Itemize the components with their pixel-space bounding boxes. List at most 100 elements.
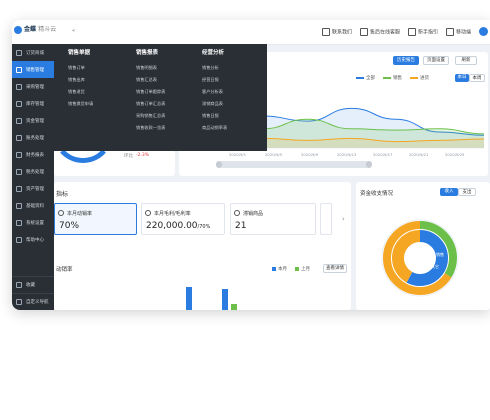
menu-item[interactable]: 商品动销率表 [202,125,227,137]
menu-item[interactable]: 销售换货申请 [68,101,93,113]
sidebar-item-label: 账务处理 [26,135,44,141]
money-icon [16,117,22,124]
sidebar-item-7[interactable]: 税务处理 [12,163,54,180]
report-icon [16,151,22,158]
sidebar-item-0[interactable]: 订货商城 [12,44,54,61]
logo-name: 金蝶 [24,26,37,33]
sales-icon [16,66,22,73]
menu-item[interactable]: 销售订单跟踪表 [136,89,165,101]
funds-panel: 资金收支情况 收入 支出 销售 其它 [356,182,490,310]
logo-sub: 精斗云 [38,26,57,33]
indicators-title: 指标 [56,191,69,198]
headset-icon [359,27,368,36]
phone-icon [321,27,330,36]
asset-icon [16,185,22,192]
x-tick-label: 2020/9/9 [301,152,319,157]
collapse-menu-icon[interactable]: « [72,28,75,34]
mobile-link[interactable]: 移动端 [445,27,471,36]
menu-item[interactable]: 销售订单汇总表 [136,101,165,113]
kpi-slow-card[interactable]: 滞销商品 21 [230,203,316,235]
menu-item[interactable]: 经营日报 [202,77,227,89]
contact-link[interactable]: 联系我们 [321,27,352,36]
inventory-icon [16,100,22,107]
sidebar: 订货商城销售管理采购管理库存管理资金管理账务处理财务报表税务处理资产管理 基础资料… [12,44,54,310]
support-link-label: 售后在线客服 [369,29,400,35]
sidebar-item-label: 财务报表 [26,152,44,158]
x-tick-label: 2020/9/21 [409,152,429,157]
kpi-turnover-title: 本月动销率 [67,211,93,217]
menu-item[interactable]: 销售分析 [202,65,227,77]
sidebar-item-4[interactable]: 资金管理 [12,112,54,129]
sidebar-item-label: 系统设置 [26,220,44,226]
sidebar-bottom: 收藏自定义导航 [12,276,54,310]
kpi-slow-value: 21 [235,221,247,231]
kpi-profit-amount: 220,000.00 [146,221,198,231]
slow-goods-icon [234,210,240,216]
summary-panel: 环比 -2.3% [54,151,175,176]
menu-item[interactable]: 采购销售汇总表 [136,113,165,125]
range-slider-left-handle[interactable] [216,161,222,168]
sidebar-item-5[interactable]: 账务处理 [12,129,54,146]
menu-item[interactable]: 销售汇总表 [136,77,165,89]
sidebar-bottom-label: 自定义导航 [26,300,49,305]
cart-icon [16,49,22,56]
legend-this-month-label: 本月 [278,267,287,272]
sidebar-item-3[interactable]: 库存管理 [12,95,54,112]
menu-item[interactable]: 客户分析表 [202,89,227,101]
menu-item[interactable]: 销售明细表 [136,65,165,77]
menu-column-heading: 经营分析 [202,50,225,56]
next-arrow-icon[interactable]: › [342,215,345,223]
base-data-icon [16,202,22,209]
guide-link[interactable]: 新手指引 [407,27,438,36]
sidebar-item-label: 销售管理 [26,67,44,73]
sidebar-item-9[interactable]: 基础资料 [12,197,54,214]
legend-last-month: 上月 [295,266,310,272]
sidebar-bottom-item-0[interactable]: 收藏 [12,276,54,293]
purchase-icon [16,83,22,90]
sidebar-item-11[interactable]: 帮助中心 [12,231,54,248]
menu-column-heading: 销售单据 [68,50,91,56]
turnover-icon [58,210,64,216]
menu-item[interactable]: 销售退货 [68,89,93,101]
sidebar-item-8[interactable]: 资产管理 [12,180,54,197]
x-tick-label: 2020/9/5 [265,152,283,157]
kpi-turnover-card[interactable]: 本月动销率 70% [54,203,137,235]
menu-item[interactable]: 滞销商品表 [202,101,227,113]
ratio-value: -2.3% [136,153,150,158]
menu-item[interactable]: 销售收款一览表 [136,125,165,137]
contact-link-label: 联系我们 [331,29,352,35]
sidebar-item-10[interactable]: 系统设置 [12,214,54,231]
guide-icon [407,27,416,36]
kpi-profit-card[interactable]: 本月毛利/毛利率 220,000.00/70% [141,203,225,235]
range-slider[interactable] [216,161,372,168]
sidebar-item-1[interactable]: 销售管理 [12,61,54,78]
sidebar-item-6[interactable]: 财务报表 [12,146,54,163]
menu-item[interactable]: 销售订单 [68,65,93,77]
funds-title: 资金收支情况 [360,191,394,197]
kpi-next-card[interactable] [320,203,332,235]
view-details-button[interactable]: 查看详情 [323,264,347,273]
funds-income-toggle[interactable]: 收入 [440,188,458,196]
funds-expense-toggle[interactable]: 支出 [458,188,476,196]
turnover-legend: 本月 上月 [272,266,310,272]
legend-last-month-label: 上月 [301,267,310,272]
range-slider-right-handle[interactable] [366,161,372,168]
sidebar-item-label: 税务处理 [26,169,44,175]
sidebar-item-label: 订货商城 [26,50,44,56]
sidebar-item-2[interactable]: 采购管理 [12,78,54,95]
sidebar-bottom-item-1[interactable]: 自定义导航 [12,293,54,310]
menu-item[interactable]: 销售日报 [202,113,227,125]
user-avatar[interactable] [479,27,488,36]
menu-col-documents: 销售单据销售订单 销售出库 销售退货 销售换货申请 [68,48,93,113]
guide-link-label: 新手指引 [417,29,438,35]
kpi-turnover-value: 70% [59,221,80,231]
x-tick-label: 2020/9/13 [337,152,357,157]
sidebar-item-label: 库存管理 [26,101,44,107]
logo-mark-icon [14,25,22,34]
menu-col-analysis: 经营分析销售分析 经营日报 客户分析表 滞销商品表 销售日报 商品动销率表 [202,48,227,137]
menu-item[interactable]: 销售出库 [68,77,93,89]
mobile-link-label: 移动端 [455,29,471,35]
support-link[interactable]: 售后在线客服 [359,27,400,36]
sidebar-item-label: 资金管理 [26,118,44,124]
kpi-profit-rate: /70% [197,224,211,230]
